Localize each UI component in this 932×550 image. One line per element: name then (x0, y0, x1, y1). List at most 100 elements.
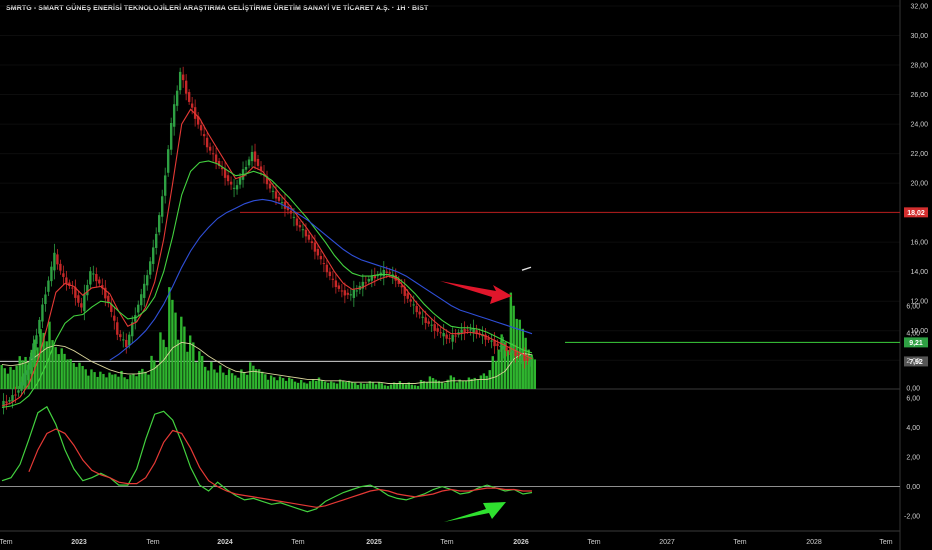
volume-bar (39, 329, 42, 389)
candle-body (44, 294, 47, 304)
volume-bar (69, 359, 72, 389)
volume-bar (290, 378, 294, 389)
volume-bar (359, 382, 363, 389)
volume-tick-label: 0,00 (906, 386, 920, 393)
candle-body (337, 285, 341, 289)
candle-body (463, 329, 466, 333)
volume-bar (488, 370, 491, 389)
volume-bar (371, 382, 375, 389)
price-chart[interactable]: 32,0030,0028,0026,0024,0022,0020,0018,00… (0, 0, 932, 550)
candle-body (199, 125, 203, 131)
volume-bar (296, 382, 300, 389)
volume-bar (533, 359, 537, 389)
candle-body (439, 332, 442, 334)
volume-bar (434, 379, 437, 389)
volume-bar (183, 326, 186, 389)
candle-body (59, 263, 62, 271)
time-axis[interactable]: Tem 2023 Tem 2024 Tem 2025 Tem 2026 Tem 2027 Tem 20… (0, 539, 893, 546)
volume-bar (398, 381, 402, 389)
candle-body (175, 90, 179, 106)
oscillator-green-line (1, 405, 533, 513)
volume-bar (335, 383, 339, 389)
candle-body (166, 149, 170, 173)
volume-bar (425, 382, 429, 389)
volume-bar (93, 372, 96, 389)
price-axis[interactable]: 32,0030,0028,0026,0024,0022,0020,0018,00… (904, 4, 928, 521)
pane-separators (0, 0, 901, 550)
volume-bar (419, 379, 423, 389)
candle-body (155, 233, 158, 248)
candle-body (277, 196, 281, 201)
candle-body (226, 175, 230, 182)
volume-bar (341, 380, 345, 389)
price-tick-label: 20,00 (910, 181, 928, 188)
volume-bar (219, 365, 222, 389)
candle-body (328, 271, 332, 277)
candle-body (370, 275, 374, 281)
candle-body (409, 299, 412, 302)
volume-bar (362, 383, 366, 389)
candle-body (454, 335, 457, 337)
candle-body (23, 373, 26, 386)
candle-body (137, 304, 140, 313)
volume-bar (57, 354, 60, 389)
oscillator-tick-label: 4,00 (906, 425, 920, 432)
volume-bar (416, 385, 420, 389)
candle-body (116, 322, 119, 335)
volume-bar (96, 376, 99, 389)
volume-bar (266, 379, 270, 389)
annotation-arrows (440, 281, 512, 522)
volume-bar (75, 366, 78, 389)
volume-bar (252, 365, 255, 389)
price-tick-label: 32,00 (910, 4, 928, 11)
volume-bar (467, 377, 471, 389)
volume-bar (60, 348, 63, 389)
price-tick-label: 22,00 (910, 151, 928, 158)
candle-body (244, 167, 248, 170)
candle-body (310, 241, 314, 244)
volume-bar (0, 364, 3, 389)
candle-body (451, 334, 454, 342)
volume-bar (12, 369, 15, 389)
price-tick-label: 24,00 (910, 122, 928, 129)
candle-body (496, 343, 499, 347)
candle-body (436, 328, 439, 332)
candle-body (140, 294, 143, 306)
candle-body (92, 273, 95, 275)
candle-body (56, 254, 59, 265)
volume-bar (227, 369, 231, 389)
candle-body (319, 256, 323, 260)
candle-body (448, 338, 451, 340)
volume-bar (269, 375, 273, 389)
volume-bar (129, 374, 132, 389)
volume-bar (150, 355, 153, 389)
volume-bar (63, 353, 66, 389)
candle-body (529, 360, 532, 362)
volume-bar (165, 347, 168, 389)
volume-bar (225, 375, 228, 389)
volume-bar (90, 369, 93, 389)
volume-bar (365, 383, 369, 389)
candle-body (223, 168, 227, 178)
volume-bar (284, 380, 288, 389)
candle-body (340, 290, 344, 292)
time-tick-label: Tem (733, 539, 746, 546)
volume-bar (144, 371, 147, 389)
candle-body (8, 400, 11, 402)
candle-body (289, 210, 293, 214)
volume-bar (428, 376, 432, 389)
candle-body (385, 271, 388, 273)
volume-bar (332, 382, 336, 389)
candles (2, 66, 532, 415)
volume-bar (87, 375, 90, 389)
time-tick-label: 2025 (366, 539, 382, 546)
candle-body (158, 215, 161, 233)
candle-body (163, 175, 167, 196)
volume-bar (222, 372, 225, 389)
candle-body (119, 334, 122, 338)
candle-body (41, 304, 44, 322)
candle-body (526, 358, 529, 361)
volume-bar (303, 382, 306, 389)
volume-bar (242, 372, 246, 389)
candle-body (71, 287, 74, 289)
